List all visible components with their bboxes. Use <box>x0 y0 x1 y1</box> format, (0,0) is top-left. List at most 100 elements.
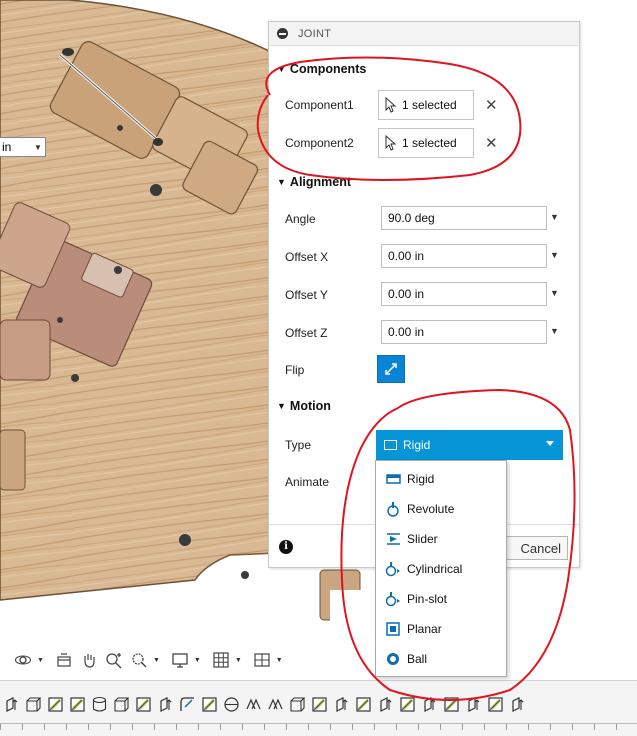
rigid-icon <box>384 440 397 450</box>
zoom-icon[interactable] <box>103 649 125 671</box>
info-icon[interactable]: i <box>279 540 293 554</box>
extrude-icon[interactable] <box>157 696 174 713</box>
offset-x-input[interactable]: 0.00 in <box>381 244 547 268</box>
fit-icon[interactable] <box>128 649 150 671</box>
chevron-down-icon[interactable]: ▼ <box>153 657 160 664</box>
joint-icon[interactable] <box>245 696 262 713</box>
animate-label: Animate <box>285 475 330 489</box>
flip-icon <box>385 363 397 375</box>
angle-input[interactable]: 90.0 deg <box>381 206 547 230</box>
box-icon[interactable] <box>25 696 42 713</box>
extrude-icon[interactable] <box>3 696 20 713</box>
option-label: Pin-slot <box>407 592 448 606</box>
option-slider[interactable]: Slider <box>376 524 506 554</box>
alignment-section-title: Alignment <box>289 175 352 189</box>
chevron-down-icon[interactable]: ▼ <box>194 657 201 664</box>
sketch-icon[interactable] <box>443 696 460 713</box>
chevron-down-icon[interactable]: ▼ <box>276 657 283 664</box>
cursor-icon <box>385 135 397 151</box>
offset-x-dropdown-icon[interactable]: ▼ <box>550 250 559 260</box>
component1-select-button[interactable]: 1 selected <box>378 90 474 120</box>
offset-y-input[interactable]: 0.00 in <box>381 282 547 306</box>
box-icon[interactable] <box>289 696 306 713</box>
components-section-header[interactable]: ▼ Components <box>277 62 366 76</box>
option-label: Ball <box>407 652 428 666</box>
sketch-icon[interactable] <box>399 696 416 713</box>
cancel-button[interactable]: Cancel <box>502 536 568 560</box>
box-icon[interactable] <box>113 696 130 713</box>
ball-icon <box>385 651 401 667</box>
look-at-icon[interactable] <box>53 649 75 671</box>
extrude-icon[interactable] <box>333 696 350 713</box>
sketch-icon[interactable] <box>355 696 372 713</box>
hole-icon[interactable] <box>223 696 240 713</box>
extrude-icon[interactable] <box>421 696 438 713</box>
angle-dropdown-icon[interactable]: ▼ <box>550 212 559 222</box>
component2-clear-icon[interactable]: ✕ <box>485 134 498 152</box>
option-label: Revolute <box>407 502 455 516</box>
grid-icon[interactable] <box>210 649 232 671</box>
type-select[interactable]: Rigid <box>376 430 563 460</box>
navigation-bar: ▼ ▼ ▼ ▼ ▼ <box>12 645 289 675</box>
component1-label: Component1 <box>285 98 354 112</box>
sketch-icon[interactable] <box>47 696 64 713</box>
joint-icon[interactable] <box>267 696 284 713</box>
offset-z-dropdown-icon[interactable]: ▼ <box>550 326 559 336</box>
flip-label: Flip <box>285 363 305 377</box>
planar-icon <box>385 621 401 637</box>
chevron-down-icon[interactable]: ▼ <box>37 657 44 664</box>
sketch-icon[interactable] <box>311 696 328 713</box>
option-ball[interactable]: Ball <box>376 644 506 674</box>
sketch-icon[interactable] <box>69 696 86 713</box>
component2-select-button[interactable]: 1 selected <box>378 128 474 158</box>
sketch-icon[interactable] <box>201 696 218 713</box>
option-label: Rigid <box>407 472 435 486</box>
type-label: Type <box>285 438 312 452</box>
option-label: Slider <box>407 532 438 546</box>
type-value: Rigid <box>403 438 431 452</box>
sketch-icon[interactable] <box>487 696 504 713</box>
timeline-ruler[interactable] <box>0 723 637 731</box>
cylindrical-icon <box>385 561 401 577</box>
offset-z-input[interactable]: 0.00 in <box>381 320 547 344</box>
joint-type-dropdown-list: Rigid Revolute Slider Cylindrical Pin-sl… <box>375 460 507 677</box>
display-settings-icon[interactable] <box>169 649 191 671</box>
triangle-down-icon: ▼ <box>277 401 286 411</box>
pan-icon[interactable] <box>78 649 100 671</box>
panel-header[interactable]: JOINT <box>269 22 579 46</box>
extrude-icon[interactable] <box>465 696 482 713</box>
revolute-icon <box>385 501 401 517</box>
offset-x-label: Offset X <box>285 250 329 264</box>
sketch-icon[interactable] <box>135 696 152 713</box>
flip-button[interactable] <box>377 355 405 383</box>
triangle-down-icon: ▼ <box>277 64 286 74</box>
extrude-icon[interactable] <box>377 696 394 713</box>
component2-label: Component2 <box>285 136 354 150</box>
triangle-down-icon: ▼ <box>277 177 286 187</box>
option-cylindrical[interactable]: Cylindrical <box>376 554 506 584</box>
units-dropdown[interactable]: in ▼ <box>0 137 46 157</box>
option-rigid[interactable]: Rigid <box>376 464 506 494</box>
option-pin-slot[interactable]: Pin-slot <box>376 584 506 614</box>
option-revolute[interactable]: Revolute <box>376 494 506 524</box>
option-planar[interactable]: Planar <box>376 614 506 644</box>
pin-slot-icon <box>385 591 401 607</box>
chevron-down-icon: ▼ <box>34 142 42 152</box>
motion-section-header[interactable]: ▼ Motion <box>277 399 331 413</box>
offset-z-label: Offset Z <box>285 326 328 340</box>
offset-y-dropdown-icon[interactable]: ▼ <box>550 288 559 298</box>
collapse-icon[interactable] <box>277 28 288 39</box>
chevron-down-icon[interactable]: ▼ <box>235 657 242 664</box>
component1-clear-icon[interactable]: ✕ <box>485 96 498 114</box>
viewports-icon[interactable] <box>251 649 273 671</box>
chevron-down-icon <box>546 441 554 446</box>
fillet-icon[interactable] <box>179 696 196 713</box>
component2-value: 1 selected <box>402 136 457 150</box>
cylinder-icon[interactable] <box>91 696 108 713</box>
offset-y-label: Offset Y <box>285 288 328 302</box>
option-label: Planar <box>407 622 442 636</box>
orbit-icon[interactable] <box>12 649 34 671</box>
component1-value: 1 selected <box>402 98 457 112</box>
extrude-icon[interactable] <box>509 696 526 713</box>
alignment-section-header[interactable]: ▼ Alignment <box>277 175 351 189</box>
